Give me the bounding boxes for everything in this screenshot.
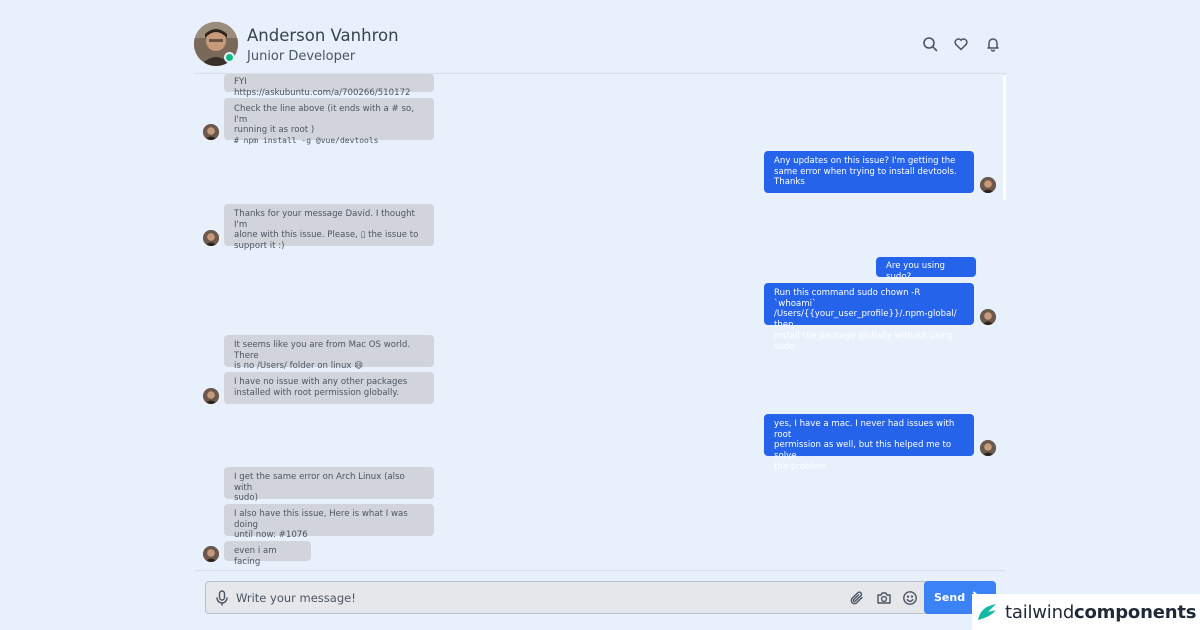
message-composer: Send bbox=[205, 581, 996, 614]
user-name: Anderson Vanhron bbox=[247, 26, 399, 45]
message-text: yes, I have a mac. I never had issues wi… bbox=[774, 419, 955, 440]
message-text: support it :) bbox=[234, 241, 285, 252]
message-outgoing: Are you using sudo? bbox=[876, 257, 976, 282]
brand-name-light: tailwind bbox=[1005, 602, 1075, 623]
message-text: until now: #1076 bbox=[234, 530, 308, 541]
message-text: It seems like you are from Mac OS world.… bbox=[234, 340, 411, 361]
smiley-icon[interactable] bbox=[902, 590, 918, 606]
search-button[interactable] bbox=[919, 33, 941, 55]
message-text: FYI https://askubuntu.com/a/700266/51017… bbox=[234, 77, 411, 98]
message-incoming: I get the same error on Arch Linux (also… bbox=[224, 467, 434, 503]
message-incoming: I have no issue with any other packages … bbox=[224, 372, 434, 404]
message-text: I also have this issue, Here is what I w… bbox=[234, 509, 408, 530]
brand-name-bold: components bbox=[1074, 602, 1197, 623]
sender-avatar bbox=[203, 230, 219, 246]
favorite-button[interactable] bbox=[950, 33, 972, 55]
message-text: Check the line above (it ends with a # s… bbox=[234, 104, 414, 125]
message-incoming: It seems like you are from Mac OS world.… bbox=[224, 335, 434, 371]
message-text: Thanks bbox=[774, 177, 805, 188]
message-incoming: Thanks for your message David. I thought… bbox=[224, 204, 434, 251]
chat-header: Anderson Vanhron Junior Developer bbox=[194, 22, 1006, 74]
message-incoming: FYI https://askubuntu.com/a/700266/51017… bbox=[224, 74, 434, 98]
message-outgoing: yes, I have a mac. I never had issues wi… bbox=[764, 414, 974, 472]
sender-avatar bbox=[203, 546, 219, 562]
message-incoming: even i am facing bbox=[224, 541, 311, 567]
chat-messages: FYI https://askubuntu.com/a/700266/51017… bbox=[194, 74, 1006, 570]
message-text: /Users/{{your_user_profile}}/.npm-global… bbox=[774, 309, 957, 331]
message-outgoing: Any updates on this issue? I'm getting t… bbox=[764, 151, 974, 193]
message-text: Are you using sudo? bbox=[886, 261, 945, 282]
sender-avatar bbox=[203, 124, 219, 140]
paperclip-icon[interactable] bbox=[849, 590, 865, 606]
message-code: # npm install -g @vue/devtools bbox=[234, 136, 379, 146]
message-incoming: I also have this issue, Here is what I w… bbox=[224, 504, 434, 540]
message-text: Any updates on this issue? I'm getting t… bbox=[774, 156, 956, 166]
brand-name: tailwindcomponents bbox=[1005, 602, 1196, 623]
message-text: install the package globally without usi… bbox=[774, 330, 953, 352]
sender-avatar bbox=[980, 177, 996, 193]
tailwind-logo-icon bbox=[978, 604, 996, 620]
message-outgoing: Run this command sudo chown -R `whoami` … bbox=[764, 283, 974, 352]
composer-divider bbox=[194, 570, 1006, 571]
message-incoming: Check the line above (it ends with a # s… bbox=[224, 98, 434, 145]
sender-avatar bbox=[980, 440, 996, 456]
sender-avatar bbox=[980, 309, 996, 325]
microphone-icon[interactable] bbox=[216, 590, 228, 610]
message-text: permission as well, but this helped me t… bbox=[774, 440, 952, 462]
search-icon bbox=[923, 37, 938, 52]
message-text: I get the same error on Arch Linux (also… bbox=[234, 472, 405, 493]
message-text: running it as root ) bbox=[234, 125, 315, 136]
message-text: alone with this issue. Please, ▯ the iss… bbox=[234, 230, 419, 241]
message-text: even i am facing bbox=[234, 546, 277, 567]
notifications-button[interactable] bbox=[982, 33, 1004, 55]
message-text: the problem bbox=[774, 461, 827, 472]
message-text: is no /Users/ folder on linux 😄 bbox=[234, 361, 364, 372]
message-text: Run this command sudo chown -R `whoami` bbox=[774, 288, 921, 309]
message-text: same error when trying to install devtoo… bbox=[774, 166, 957, 177]
message-text: I have no issue with any other packages bbox=[234, 377, 408, 387]
message-text: sudo) bbox=[234, 493, 258, 504]
message-text: installed with root permission globally. bbox=[234, 387, 399, 398]
user-role: Junior Developer bbox=[247, 49, 356, 64]
sender-avatar bbox=[203, 388, 219, 404]
heart-icon bbox=[954, 38, 968, 51]
online-status-dot bbox=[224, 52, 235, 63]
brand-watermark: tailwindcomponents bbox=[972, 594, 1200, 630]
message-text: Thanks for your message David. I thought… bbox=[234, 209, 415, 230]
message-input[interactable] bbox=[236, 587, 836, 609]
camera-icon[interactable] bbox=[876, 590, 892, 606]
bell-icon bbox=[987, 38, 999, 52]
send-label: Send bbox=[934, 591, 966, 604]
